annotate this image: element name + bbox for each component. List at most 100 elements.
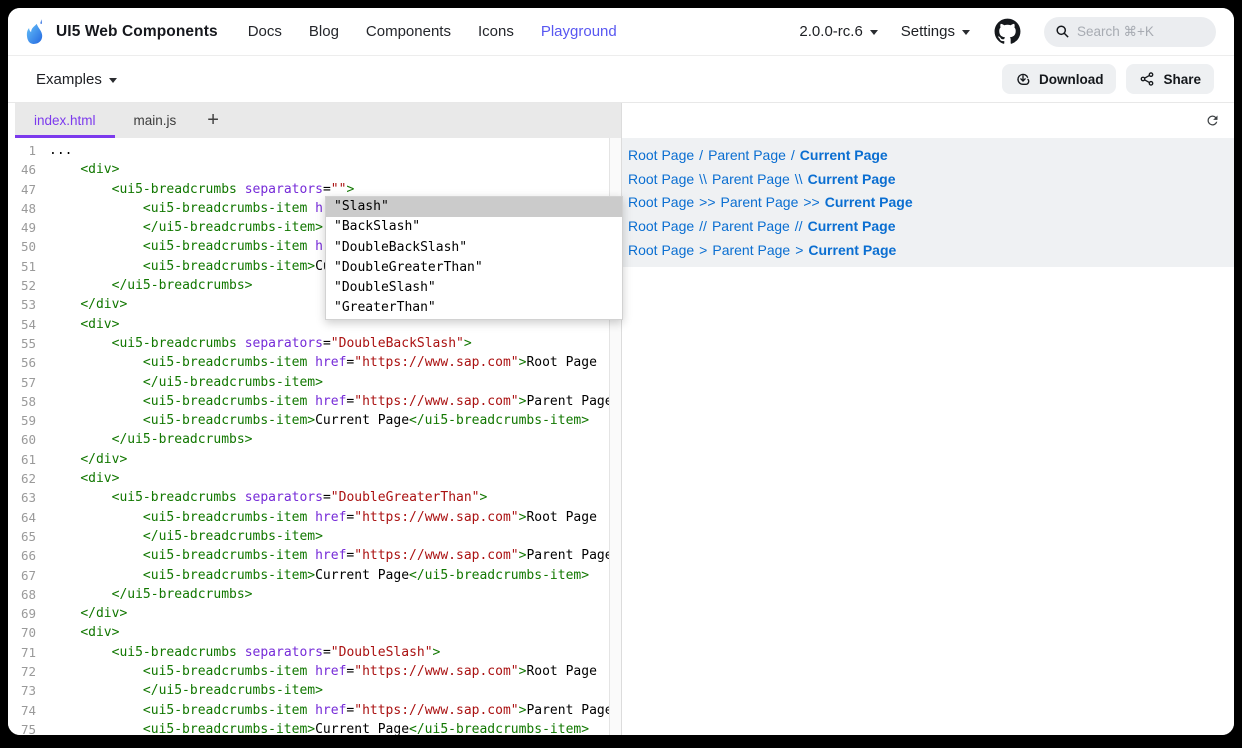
code-token <box>49 450 80 469</box>
code-line[interactable]: 72 <ui5-breadcrumbs-item href="https://w… <box>15 662 597 681</box>
breadcrumb-link[interactable]: Parent Page <box>712 171 790 187</box>
code-token: <ui5-breadcrumbs <box>112 643 245 662</box>
examples-dropdown[interactable]: Examples <box>36 71 117 88</box>
code-token: = <box>346 353 354 372</box>
line-number: 66 <box>15 546 49 565</box>
code-token <box>49 218 143 237</box>
breadcrumb-separator: > <box>795 242 803 258</box>
code-token <box>49 527 143 546</box>
autocomplete-option[interactable]: "DoubleBackSlash" <box>326 238 622 258</box>
code-token: <ui5-breadcrumbs <box>112 488 245 507</box>
add-tab-button[interactable]: + <box>195 103 231 138</box>
code-line[interactable]: 67 <ui5-breadcrumbs-item>Current Page</u… <box>15 566 597 585</box>
breadcrumb-current-page: Current Page <box>808 218 896 234</box>
code-token: <ui5-breadcrumbs-item <box>143 508 315 527</box>
autocomplete-option[interactable]: "GreaterThan" <box>326 298 622 318</box>
code-token: > <box>519 546 527 565</box>
code-line[interactable]: 74 <ui5-breadcrumbs-item href="https://w… <box>15 701 597 720</box>
breadcrumb-link[interactable]: Root Page <box>628 242 694 258</box>
github-link[interactable] <box>993 18 1021 46</box>
code-line[interactable]: 55 <ui5-breadcrumbs separators="DoubleBa… <box>15 334 597 353</box>
nav-items: Docs Blog Components Icons Playground <box>248 23 617 40</box>
autocomplete-option[interactable]: "DoubleSlash" <box>326 278 622 298</box>
code-line[interactable]: 1... <box>15 141 597 160</box>
line-number: 71 <box>15 643 49 662</box>
code-line[interactable]: 75 <ui5-breadcrumbs-item>Current Page</u… <box>15 720 597 735</box>
nav-item-playground[interactable]: Playground <box>541 23 617 40</box>
tab-index-html[interactable]: index.html <box>15 103 115 138</box>
code-token: </ui5-breadcrumbs> <box>112 430 253 449</box>
code-line[interactable]: 73 </ui5-breadcrumbs-item> <box>15 681 597 700</box>
code-token: > <box>433 643 441 662</box>
code-line[interactable]: 46 <div> <box>15 160 597 179</box>
download-icon <box>1015 71 1031 87</box>
code-token: <ui5-breadcrumbs-item <box>143 546 315 565</box>
line-number: 59 <box>15 411 49 430</box>
breadcrumb-link[interactable]: Root Page <box>628 194 694 210</box>
code-line[interactable]: 56 <ui5-breadcrumbs-item href="https://w… <box>15 353 597 372</box>
nav-item-docs[interactable]: Docs <box>248 23 282 40</box>
search-box[interactable] <box>1044 17 1216 47</box>
code-token: ... <box>49 141 72 160</box>
line-number: 65 <box>15 527 49 546</box>
code-token: </ui5-breadcrumbs-item> <box>409 411 589 430</box>
chevron-down-icon <box>870 30 878 35</box>
breadcrumb-link[interactable]: Root Page <box>628 147 694 163</box>
breadcrumb-link[interactable]: Parent Page <box>712 242 790 258</box>
code-token <box>49 237 143 256</box>
code-line[interactable]: 57 </ui5-breadcrumbs-item> <box>15 373 597 392</box>
code-token: > <box>519 353 527 372</box>
code-token <box>49 160 80 179</box>
tab-main-js[interactable]: main.js <box>115 103 196 138</box>
preview-pane: Root Page/Parent Page/Current PageRoot P… <box>622 103 1234 735</box>
code-token: </ui5-breadcrumbs-item> <box>409 566 589 585</box>
line-number: 72 <box>15 662 49 681</box>
code-token: separators <box>245 180 323 199</box>
version-dropdown[interactable]: 2.0.0-rc.6 <box>799 23 877 40</box>
code-line[interactable]: 70 <div> <box>15 623 597 642</box>
settings-dropdown[interactable]: Settings <box>901 23 970 40</box>
breadcrumb-current-page: Current Page <box>825 194 913 210</box>
code-line[interactable]: 65 </ui5-breadcrumbs-item> <box>15 527 597 546</box>
code-line[interactable]: 62 <div> <box>15 469 597 488</box>
share-button[interactable]: Share <box>1126 64 1214 94</box>
breadcrumb-link[interactable]: Parent Page <box>712 218 790 234</box>
refresh-button[interactable] <box>1203 112 1221 130</box>
autocomplete-option[interactable]: "BackSlash" <box>326 217 622 237</box>
code-token: "DoubleSlash" <box>331 643 433 662</box>
code-token: > <box>519 392 527 411</box>
brand[interactable]: UI5 Web Components <box>24 18 218 45</box>
nav-item-components[interactable]: Components <box>366 23 451 40</box>
breadcrumb-link[interactable]: Parent Page <box>721 194 799 210</box>
download-button[interactable]: Download <box>1002 64 1117 94</box>
code-token <box>49 623 80 642</box>
code-line[interactable]: 60 </ui5-breadcrumbs> <box>15 430 597 449</box>
code-line[interactable]: 59 <ui5-breadcrumbs-item>Current Page</u… <box>15 411 597 430</box>
code-token: separators <box>245 488 323 507</box>
code-line[interactable]: 71 <ui5-breadcrumbs separators="DoubleSl… <box>15 643 597 662</box>
code-line[interactable]: 68 </ui5-breadcrumbs> <box>15 585 597 604</box>
code-line[interactable]: 61 </div> <box>15 450 597 469</box>
code-token: = <box>323 488 331 507</box>
code-line[interactable]: 58 <ui5-breadcrumbs-item href="https://w… <box>15 392 597 411</box>
code-line[interactable]: 63 <ui5-breadcrumbs separators="DoubleGr… <box>15 488 597 507</box>
search-input[interactable] <box>1077 24 1197 39</box>
code-token: </ui5-breadcrumbs-item> <box>143 527 323 546</box>
line-number: 74 <box>15 701 49 720</box>
autocomplete-option[interactable]: "Slash" <box>326 197 622 217</box>
code-line[interactable]: 66 <ui5-breadcrumbs-item href="https://w… <box>15 546 597 565</box>
toolbar-actions: Download Share <box>1002 64 1214 94</box>
line-number: 63 <box>15 488 49 507</box>
breadcrumb-link[interactable]: Root Page <box>628 171 694 187</box>
code-line[interactable]: 69 </div> <box>15 604 597 623</box>
code-token: "https://www.sap.com" <box>354 662 518 681</box>
nav-item-blog[interactable]: Blog <box>309 23 339 40</box>
code-token: = <box>323 643 331 662</box>
autocomplete-option[interactable]: "DoubleGreaterThan" <box>326 258 622 278</box>
breadcrumb-link[interactable]: Root Page <box>628 218 694 234</box>
code-line[interactable]: 64 <ui5-breadcrumbs-item href="https://w… <box>15 508 597 527</box>
code-token <box>49 392 143 411</box>
examples-label: Examples <box>36 71 102 88</box>
nav-item-icons[interactable]: Icons <box>478 23 514 40</box>
breadcrumb-link[interactable]: Parent Page <box>708 147 786 163</box>
